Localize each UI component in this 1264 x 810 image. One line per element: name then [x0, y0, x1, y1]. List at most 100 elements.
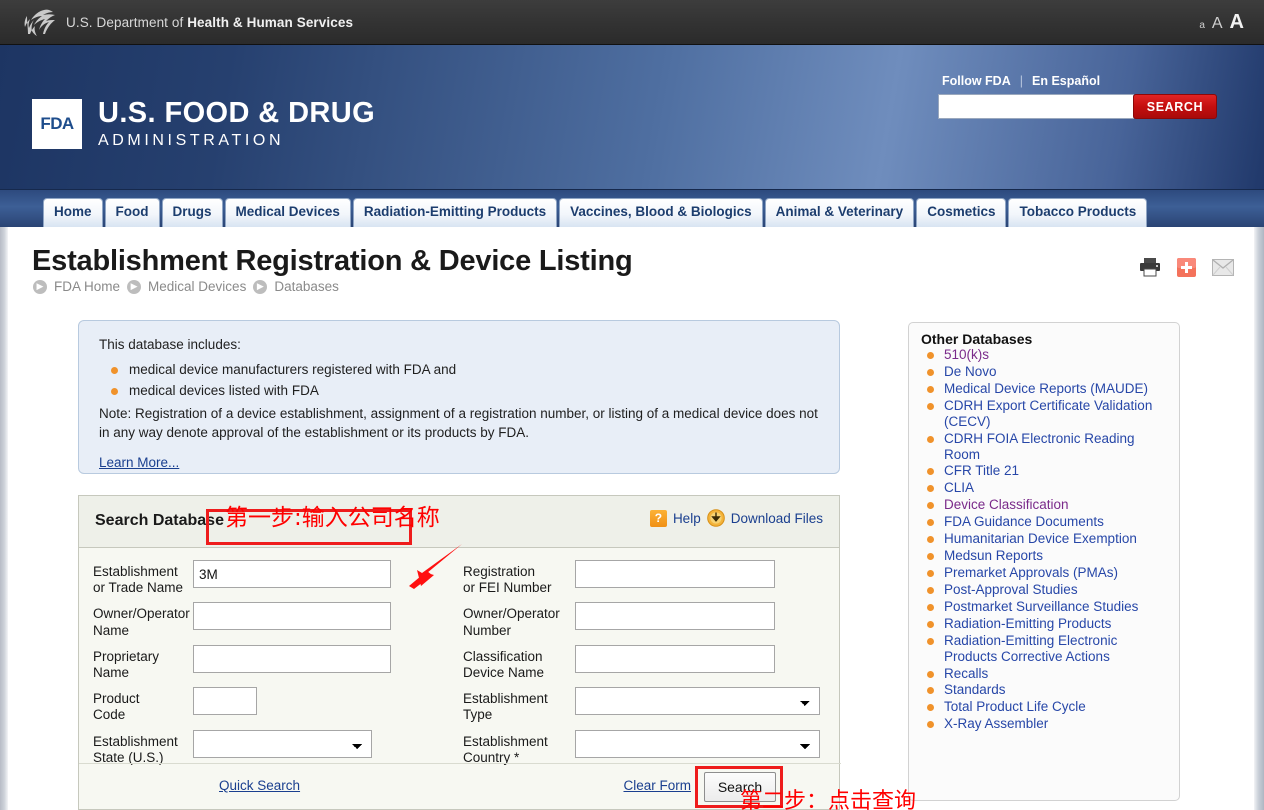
registration-or-fei-number-input[interactable] [575, 560, 775, 588]
print-icon[interactable] [1139, 257, 1161, 277]
learn-more-link[interactable]: Learn More... [99, 453, 179, 473]
info-bullet-list: medical device manufacturers registered … [111, 360, 819, 401]
form-row-1: Establishment or Trade Name Registration… [93, 560, 827, 596]
follow-fda-link[interactable]: Follow FDA [942, 74, 1011, 88]
content-wrapper: Establishment Registration & Device List… [0, 227, 1264, 810]
form-field-proprietary-name: Proprietary Name [93, 645, 463, 681]
breadcrumb: ▶ FDA Home ▶ Medical Devices ▶ Databases [33, 279, 339, 294]
fda-logo[interactable]: FDA U.S. FOOD & DRUG ADMINISTRATION [32, 98, 375, 150]
main-navigation-bar: Home Food Drugs Medical Devices Radiatio… [0, 190, 1264, 227]
hhs-branding[interactable]: U.S. Department of Health & Human Servic… [22, 7, 353, 37]
site-search-form: SEARCH [938, 94, 1218, 119]
form-field-owner-operator-name: Owner/Operator Name [93, 602, 463, 638]
quick-search-link[interactable]: Quick Search [219, 778, 300, 793]
search-panel-header: Search Database ? Help Download Files [79, 496, 839, 548]
search-form: Establishment or Trade Name Registration… [79, 548, 841, 772]
hhs-top-bar: U.S. Department of Health & Human Servic… [0, 0, 1264, 45]
hhs-label-bold: Health & Human Services [187, 15, 353, 30]
form-row-5: Establishment State (U.S.) Establishment… [93, 730, 827, 766]
proprietary-name-input[interactable] [193, 645, 391, 673]
nav-tab-animal-veterinary[interactable]: Animal & Veterinary [765, 198, 915, 227]
other-db-item-x-ray-assembler[interactable]: X-Ray Assembler [927, 716, 1169, 732]
download-files-link[interactable]: Download Files [731, 511, 823, 526]
fda-title-line1: U.S. FOOD & DRUG [98, 98, 375, 128]
share-plus-icon[interactable] [1177, 258, 1196, 277]
info-bullet-item: medical device manufacturers registered … [111, 360, 819, 380]
nav-tab-tobacco-products[interactable]: Tobacco Products [1008, 198, 1147, 227]
text-size-controls[interactable]: a A A [1199, 12, 1244, 32]
text-size-large-button[interactable]: A [1230, 12, 1244, 32]
other-db-item-cecv[interactable]: CDRH Export Certificate Validation (CECV… [927, 398, 1169, 430]
search-panel-title: Search Database [95, 512, 224, 530]
label-owner-operator-name: Owner/Operator Name [93, 602, 193, 638]
other-db-item-radiation-emitting-products[interactable]: Radiation-Emitting Products [927, 616, 1169, 632]
help-link[interactable]: Help [673, 511, 701, 526]
label-line1: Owner/Operator [463, 606, 575, 622]
form-field-establishment-country: Establishment Country * [463, 730, 828, 766]
other-db-item-standards[interactable]: Standards [927, 682, 1169, 698]
breadcrumb-item-fda-home[interactable]: FDA Home [54, 279, 120, 294]
nav-tab-radiation-emitting-products[interactable]: Radiation-Emitting Products [353, 198, 557, 227]
breadcrumb-item-medical-devices[interactable]: Medical Devices [148, 279, 246, 294]
other-databases-title: Other Databases [921, 331, 1169, 347]
classification-device-name-input[interactable] [575, 645, 775, 673]
other-databases-panel: Other Databases 510(k)s De Novo Medical … [908, 322, 1180, 801]
other-db-item-510ks[interactable]: 510(k)s [927, 347, 1169, 363]
fda-title-line2: ADMINISTRATION [98, 132, 375, 150]
label-line1: Proprietary [93, 649, 193, 665]
other-db-item-post-approval-studies[interactable]: Post-Approval Studies [927, 582, 1169, 598]
email-icon[interactable] [1212, 259, 1234, 276]
nav-tab-home[interactable]: Home [43, 198, 103, 227]
form-field-owner-operator-number: Owner/Operator Number [463, 602, 828, 638]
other-db-item-clia[interactable]: CLIA [927, 480, 1169, 496]
en-espanol-link[interactable]: En Español [1032, 74, 1100, 88]
search-button[interactable]: Search [704, 772, 776, 802]
establishment-type-select[interactable] [575, 687, 820, 715]
label-line1: Owner/Operator [93, 606, 193, 622]
other-db-item-radiation-emitting-corrective-actions[interactable]: Radiation-Emitting Electronic Products C… [927, 633, 1169, 665]
establishment-or-trade-name-input[interactable] [193, 560, 391, 588]
download-arrow-icon[interactable] [707, 509, 725, 527]
other-db-item-postmarket-surveillance-studies[interactable]: Postmarket Surveillance Studies [927, 599, 1169, 615]
product-code-input[interactable] [193, 687, 257, 715]
other-db-item-recalls[interactable]: Recalls [927, 666, 1169, 682]
owner-operator-number-input[interactable] [575, 602, 775, 630]
main-navigation-tabs: Home Food Drugs Medical Devices Radiatio… [43, 198, 1147, 227]
other-db-item-maude[interactable]: Medical Device Reports (MAUDE) [927, 381, 1169, 397]
form-row-4: Product Code Establishment Type [93, 687, 827, 723]
info-bullet-item: medical devices listed with FDA [111, 381, 819, 401]
nav-tab-food[interactable]: Food [105, 198, 160, 227]
database-info-box: This database includes: medical device m… [78, 320, 840, 474]
nav-tab-medical-devices[interactable]: Medical Devices [225, 198, 351, 227]
breadcrumb-arrow-icon: ▶ [253, 280, 267, 294]
fda-establishment-registration-page: U.S. Department of Health & Human Servic… [0, 0, 1264, 810]
question-mark-icon[interactable]: ? [650, 510, 667, 527]
breadcrumb-item-databases[interactable]: Databases [274, 279, 339, 294]
nav-tab-vaccines-blood-biologics[interactable]: Vaccines, Blood & Biologics [559, 198, 763, 227]
other-db-item-premarket-approvals[interactable]: Premarket Approvals (PMAs) [927, 565, 1169, 581]
nav-tab-cosmetics[interactable]: Cosmetics [916, 198, 1006, 227]
other-db-item-medsun-reports[interactable]: Medsun Reports [927, 548, 1169, 564]
other-databases-list: 510(k)s De Novo Medical Device Reports (… [921, 347, 1169, 732]
other-db-item-device-classification[interactable]: Device Classification [927, 497, 1169, 513]
text-size-medium-button[interactable]: A [1212, 16, 1223, 32]
establishment-state-select[interactable] [193, 730, 372, 758]
banner-utility-area: Follow FDA | En Español SEARCH [938, 74, 1218, 119]
page-left-edge [0, 227, 8, 810]
search-panel-footer: Quick Search Clear Form Search [79, 763, 841, 809]
other-db-item-humanitarian-device-exemption[interactable]: Humanitarian Device Exemption [927, 531, 1169, 547]
site-search-button[interactable]: SEARCH [1133, 94, 1217, 119]
text-size-small-button[interactable]: a [1199, 21, 1205, 31]
fda-logo-mark-text: FDA [40, 114, 73, 134]
label-line1: Product [93, 691, 193, 707]
other-db-item-cfr-title-21[interactable]: CFR Title 21 [927, 463, 1169, 479]
owner-operator-name-input[interactable] [193, 602, 391, 630]
nav-tab-drugs[interactable]: Drugs [162, 198, 223, 227]
other-db-item-fda-guidance-documents[interactable]: FDA Guidance Documents [927, 514, 1169, 530]
other-db-item-total-product-life-cycle[interactable]: Total Product Life Cycle [927, 699, 1169, 715]
clear-form-link[interactable]: Clear Form [623, 778, 691, 793]
site-search-input[interactable] [938, 94, 1134, 119]
other-db-item-foia-reading-room[interactable]: CDRH FOIA Electronic Reading Room [927, 431, 1169, 463]
establishment-country-select[interactable] [575, 730, 820, 758]
other-db-item-de-novo[interactable]: De Novo [927, 364, 1169, 380]
